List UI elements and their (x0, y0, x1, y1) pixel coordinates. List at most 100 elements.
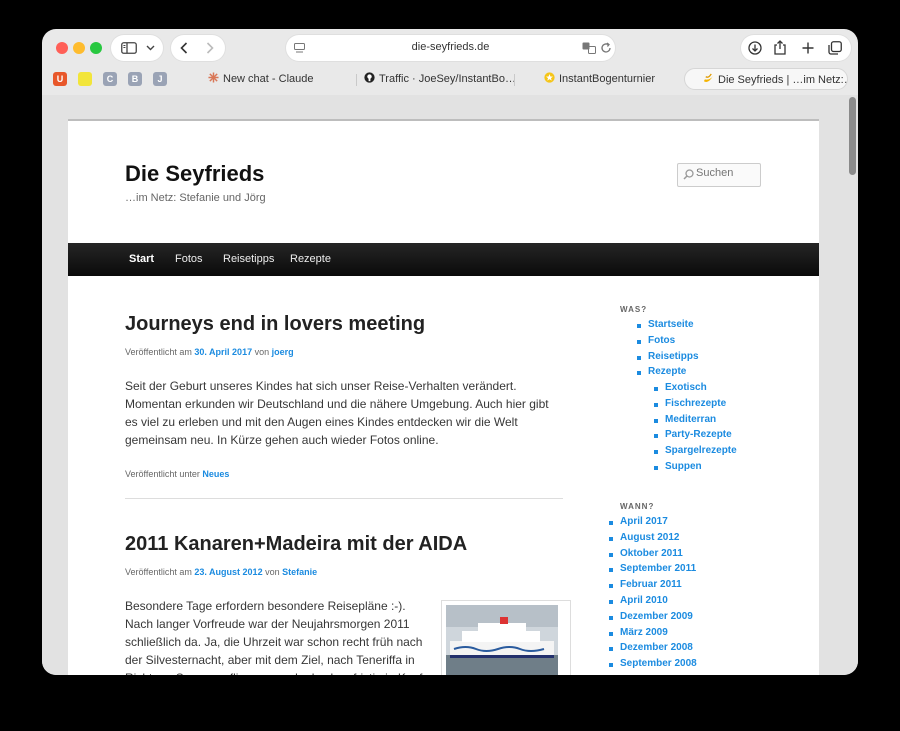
sidebar-link-reisetipps[interactable]: Reisetipps (648, 351, 699, 362)
star-icon (544, 72, 555, 83)
site-title[interactable]: Die Seyfrieds (125, 161, 264, 187)
list-item: Fotos (637, 335, 699, 351)
tab-label: New chat - Claude (223, 73, 314, 85)
meta-label: Veröffentlicht am (125, 567, 195, 577)
reload-icon[interactable] (600, 42, 612, 54)
favorite-bookmark[interactable]: J (153, 72, 167, 86)
list-item: Mediterran (654, 414, 737, 430)
ship-photo[interactable] (441, 600, 571, 675)
sidebar-link-rezepte[interactable]: Rezepte (648, 366, 686, 377)
new-tab-icon[interactable] (802, 42, 814, 54)
favorite-bookmark[interactable]: B (128, 72, 142, 86)
chevron-down-icon (146, 45, 155, 51)
cruise-ship-image (446, 605, 558, 675)
nav-rezepte[interactable]: Rezepte (290, 253, 331, 265)
github-icon (364, 72, 375, 83)
address-bar[interactable]: die-seyfrieds.de (286, 35, 615, 61)
list-item: Februar 2011 (609, 579, 697, 595)
archive-link[interactable]: September 2008 (620, 658, 697, 669)
sidebar-toggle-button[interactable] (111, 35, 163, 61)
tab-separator (514, 74, 515, 86)
archive-link[interactable]: Oktober 2011 (620, 548, 683, 559)
tab-die-seyfrieds[interactable]: Die Seyfrieds | …im Netz:… (684, 68, 848, 90)
tab-claude[interactable]: New chat - Claude (208, 68, 358, 90)
list-item: März 2009 (609, 627, 697, 643)
sidebar-link-suppen[interactable]: Suppen (665, 461, 702, 472)
main-navigation: Start Fotos Reisetipps Rezepte (68, 243, 819, 276)
sidebar-link-spargelrezepte[interactable]: Spargelrezepte (665, 445, 737, 456)
list-item: September 2011 (609, 563, 697, 579)
archive-link[interactable]: April 2017 (620, 516, 668, 527)
search-input[interactable] (696, 167, 756, 179)
browser-toolbar: die-seyfrieds.de (42, 29, 858, 67)
archive-link[interactable]: April 2010 (620, 595, 668, 606)
category-link[interactable]: Neues (202, 469, 229, 479)
search-icon (683, 169, 694, 180)
forward-icon[interactable] (206, 42, 214, 54)
meta-label: von (262, 567, 283, 577)
web-content: Die Seyfrieds …im Netz: Stefanie und Jör… (42, 95, 858, 675)
tab-overview-icon[interactable] (828, 41, 842, 55)
list-item: Fischrezepte (654, 398, 737, 414)
favorite-bookmark[interactable]: C (103, 72, 117, 86)
back-icon[interactable] (180, 42, 188, 54)
sidebar-link-exotisch[interactable]: Exotisch (665, 382, 707, 393)
list-item: September 2008 (609, 658, 697, 674)
sidebar-link-fotos[interactable]: Fotos (648, 335, 675, 346)
post-body: Besondere Tage erfordern besondere Reise… (125, 599, 423, 675)
sidebar-link-party-rezepte[interactable]: Party-Rezepte (665, 429, 732, 440)
favorite-bookmark[interactable] (78, 72, 92, 86)
tab-label: InstantBogenturnier (559, 73, 656, 85)
archive-link[interactable]: August 2012 (620, 532, 679, 543)
sidebar-link-fischrezepte[interactable]: Fischrezepte (665, 398, 726, 409)
post-meta: Veröffentlicht am 23. August 2012 von St… (125, 567, 317, 577)
list-item: Suppen (654, 461, 737, 477)
favorite-bookmark[interactable]: U (53, 72, 67, 86)
footer-label: Veröffentlicht unter (125, 469, 203, 479)
archive-link[interactable]: Februar 2011 (620, 579, 682, 590)
rezepte-sublist: Exotisch Fischrezepte Mediterran Party-R… (654, 382, 737, 477)
nav-fotos[interactable]: Fotos (175, 253, 203, 265)
close-window-button[interactable] (56, 42, 68, 54)
tab-instantbogenturnier[interactable]: InstantBogenturnier (544, 68, 684, 90)
widget-title-was: WAS? (620, 305, 648, 314)
sidebar-link-startseite[interactable]: Startseite (648, 319, 694, 330)
tab-github-traffic[interactable]: Traffic · JoeSey/InstantBo… (364, 68, 514, 90)
list-item: Reisetipps (637, 351, 699, 367)
archive-link[interactable]: Dezember 2008 (620, 642, 693, 653)
widget-title-wann: WANN? (620, 502, 655, 511)
post-title[interactable]: 2011 Kanaren+Madeira mit der AIDA (125, 533, 467, 556)
was-list: Startseite Fotos Reisetipps Rezepte (637, 319, 699, 382)
search-box[interactable] (677, 163, 761, 187)
translate-icon[interactable] (582, 42, 596, 54)
post-title[interactable]: Journeys end in lovers meeting (125, 313, 425, 336)
archive-link[interactable]: Dezember 2009 (620, 611, 693, 622)
share-icon[interactable] (774, 40, 786, 55)
list-item: Dezember 2009 (609, 611, 697, 627)
archive-link[interactable]: September 2011 (620, 563, 696, 574)
list-item: Exotisch (654, 382, 737, 398)
zoom-window-button[interactable] (90, 42, 102, 54)
sidebar-link-mediterran[interactable]: Mediterran (665, 414, 716, 425)
browser-window: die-seyfrieds.de U C B J New chat - Clau… (42, 29, 858, 675)
post-body: Seit der Geburt unseres Kindes hat sich … (125, 379, 549, 447)
sidebar-icon (121, 42, 137, 54)
list-item: Party-Rezepte (654, 429, 737, 445)
vertical-scrollbar[interactable] (849, 97, 856, 175)
archive-link[interactable]: März 2009 (620, 627, 668, 638)
post-author-link[interactable]: joerg (272, 347, 294, 357)
post-date-link[interactable]: 30. April 2017 (194, 347, 252, 357)
post-meta: Veröffentlicht am 30. April 2017 von joe… (125, 347, 294, 357)
minimize-window-button[interactable] (73, 42, 85, 54)
post-author-link[interactable]: Stefanie (282, 567, 317, 577)
post-date-link[interactable]: 23. August 2012 (194, 567, 262, 577)
tab-label: Die Seyfrieds | …im Netz:… (718, 74, 848, 86)
wann-list: April 2017 August 2012 Oktober 2011 Sept… (609, 516, 697, 674)
nav-start[interactable]: Start (129, 253, 154, 265)
post-footer: Veröffentlicht unter Neues (125, 469, 229, 479)
nav-reisetipps[interactable]: Reisetipps (223, 253, 274, 265)
meta-label: von (252, 347, 272, 357)
list-item: April 2017 (609, 516, 697, 532)
downloads-icon[interactable] (748, 41, 762, 55)
page: Die Seyfrieds …im Netz: Stefanie und Jör… (68, 119, 819, 675)
